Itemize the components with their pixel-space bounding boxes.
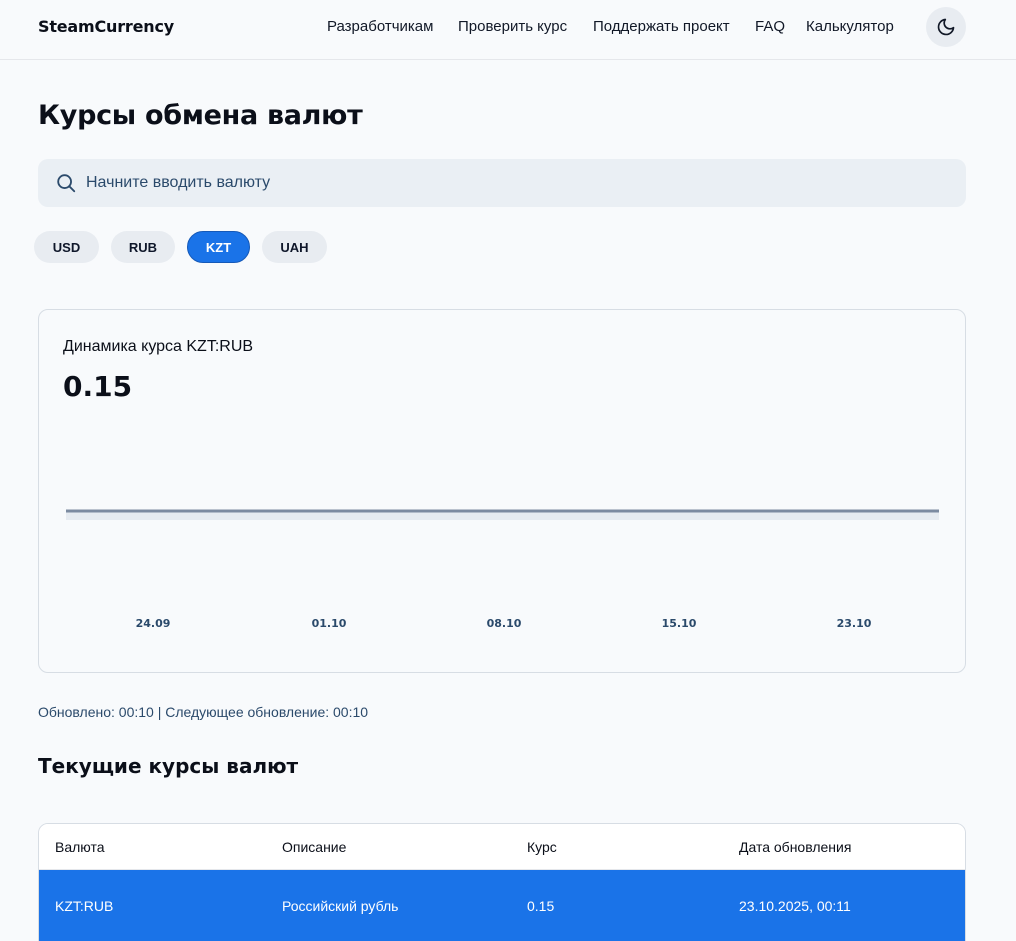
table-row[interactable]: KZT:RUB Российский рубль 0.15 23.10.2025… [39,870,965,941]
search-icon [57,174,76,193]
x-tick-label: 01.10 [312,617,347,630]
rate-chart: 24.09 01.10 08.10 15.10 23.10 [66,509,939,630]
x-tick-label: 23.10 [837,617,872,630]
x-tick-label: 15.10 [662,617,697,630]
header-rate: Курс [527,839,557,855]
update-status: Обновлено: 00:10 | Следующее обновление:… [38,704,369,720]
section-title: Текущие курсы валют [38,754,299,778]
currency-search[interactable] [38,159,966,207]
nav-check-rate[interactable]: Проверить курс [458,18,567,35]
chip-kzt[interactable]: KZT [187,231,250,263]
header-updated-date: Дата обновления [739,839,852,855]
table-header: Валюта Описание Курс Дата обновления [39,824,965,870]
chip-rub[interactable]: RUB [111,231,175,263]
x-tick-label: 24.09 [136,617,171,630]
search-input[interactable] [86,159,946,207]
chip-uah[interactable]: UAH [262,231,327,263]
x-tick-label: 08.10 [487,617,522,630]
moon-icon [937,18,955,36]
brand-logo[interactable]: SteamCurrency [38,17,174,36]
nav-support-project[interactable]: Поддержать проект [593,18,730,35]
nav-developers[interactable]: Разработчикам [327,18,433,35]
cell-updated-date: 23.10.2025, 00:11 [739,898,851,914]
top-header: SteamCurrency Разработчикам Проверить ку… [0,0,1016,60]
header-description: Описание [282,839,347,855]
nav-calculator[interactable]: Калькулятор [806,18,894,35]
nav-faq[interactable]: FAQ [755,18,785,35]
header-currency: Валюта [55,839,105,855]
page-title: Курсы обмена валют [38,100,363,131]
rate-chart-card: Динамика курса KZT:RUB 0.15 24.09 01.10 08… [38,309,966,673]
rates-table: Валюта Описание Курс Дата обновления KZT… [38,823,966,941]
cell-currency: KZT:RUB [55,898,114,914]
cell-rate: 0.15 [527,898,555,914]
theme-toggle-button[interactable] [926,7,966,47]
chip-usd[interactable]: USD [34,231,99,263]
cell-description: Российский рубль [282,898,399,914]
